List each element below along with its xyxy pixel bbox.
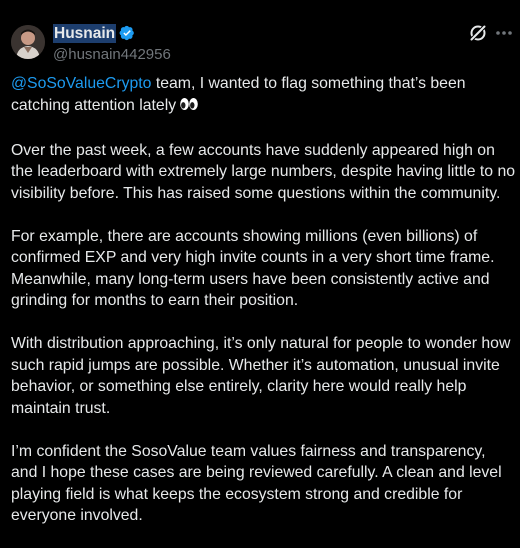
mention-link[interactable]: @SoSoValueCrypto (11, 75, 151, 92)
verified-badge-icon (119, 25, 135, 41)
tweet-body: @SoSoValueCrypto team, I wanted to flag … (11, 73, 516, 548)
tweet-paragraph: I’m confident the SosoValue team values … (11, 442, 502, 525)
author-handle[interactable]: @husnain442956 (53, 45, 171, 64)
tweet-paragraph: With distribution approaching, it’s only… (11, 335, 511, 417)
eyes-emoji-graphic (180, 97, 198, 110)
tweet-paragraph: For example, there are accounts showing … (11, 227, 495, 310)
avatar[interactable] (11, 25, 45, 59)
grok-icon[interactable] (467, 22, 489, 44)
eyes-emoji (179, 96, 199, 119)
author-display-name[interactable]: Husnain (53, 23, 117, 43)
tweet-paragraph: Over the past week, a few accounts have … (11, 141, 516, 202)
tweet-intro: @SoSoValueCrypto team, I wanted to flag … (11, 73, 516, 118)
name-row: Husnain (53, 22, 171, 44)
tweet-card: Husnain @husnain442956 @SoSoValueCrypto … (0, 0, 520, 524)
more-options-icon[interactable] (494, 22, 514, 44)
author-block: Husnain @husnain442956 (53, 22, 171, 64)
